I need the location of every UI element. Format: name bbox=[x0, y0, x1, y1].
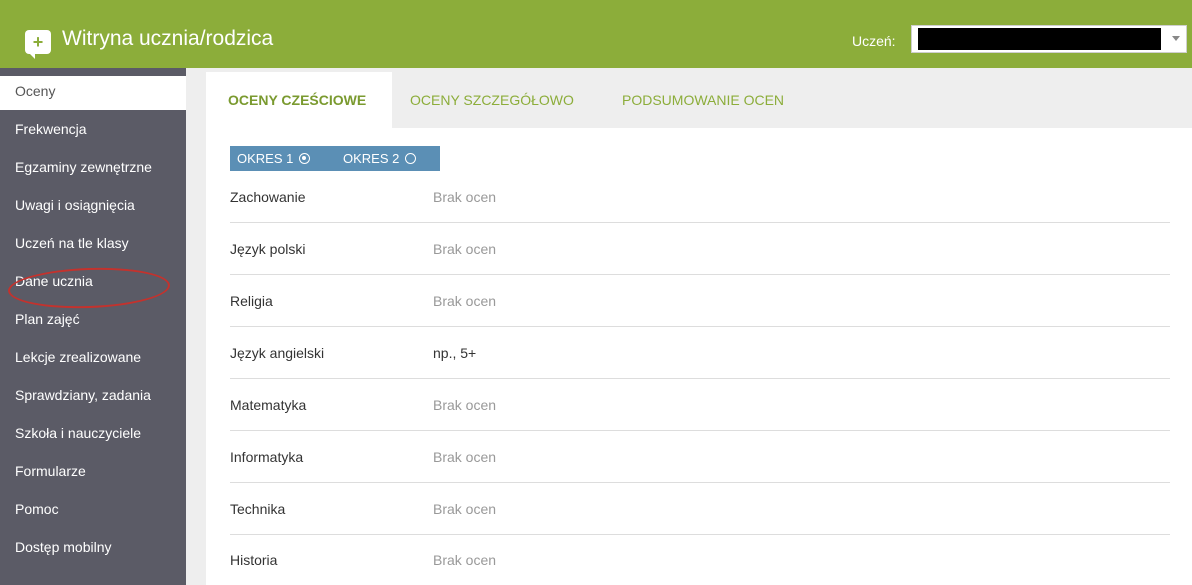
sidebar-item-uwagi[interactable]: Uwagi i osiągnięcia bbox=[0, 186, 186, 224]
subject-name: Język angielski bbox=[230, 345, 325, 361]
sidebar-item-dane-ucznia[interactable]: Dane ucznia bbox=[0, 262, 186, 300]
sidebar-item-oceny[interactable]: Oceny bbox=[0, 72, 186, 110]
subject-grades: Brak ocen bbox=[433, 501, 497, 517]
top-bar: + Witryna ucznia/rodzica Uczeń: bbox=[0, 0, 1192, 68]
sidebar-item-pomoc[interactable]: Pomoc bbox=[0, 490, 186, 528]
sidebar-item-formularze[interactable]: Formularze bbox=[0, 452, 186, 490]
period-1-label: OKRES 1 bbox=[237, 151, 294, 166]
subject-name: Historia bbox=[230, 552, 278, 568]
period-1-option[interactable]: OKRES 1 bbox=[237, 146, 311, 171]
subject-grades: Brak ocen bbox=[433, 552, 497, 568]
tab-bar: OCENY CZEŚCIOWE OCENY SZCZEGÓŁOWO PODSUM… bbox=[206, 72, 1192, 128]
subject-grades: Brak ocen bbox=[433, 293, 497, 309]
subject-grades[interactable]: np., 5+ bbox=[433, 327, 476, 379]
student-select-value bbox=[918, 28, 1161, 50]
chat-plus-icon: + bbox=[25, 30, 51, 59]
sidebar-item-plan-zajec[interactable]: Plan zajęć bbox=[0, 300, 186, 338]
table-row: Historia Brak ocen bbox=[230, 535, 1170, 585]
period-2-label: OKRES 2 bbox=[343, 151, 400, 166]
subject-name: Informatyka bbox=[230, 449, 304, 465]
subject-grades: Brak ocen bbox=[433, 241, 497, 257]
subject-grades: Brak ocen bbox=[433, 189, 497, 205]
period-2-option[interactable]: OKRES 2 bbox=[343, 146, 417, 171]
period-selector: OKRES 1 OKRES 2 bbox=[230, 146, 440, 171]
subject-grades: Brak ocen bbox=[433, 449, 497, 465]
student-label: Uczeń: bbox=[852, 33, 896, 49]
table-row: Technika Brak ocen bbox=[230, 483, 1170, 535]
chevron-down-icon bbox=[1172, 36, 1180, 41]
subject-grades: Brak ocen bbox=[433, 397, 497, 413]
sidebar: Oceny Frekwencja Egzaminy zewnętrzne Uwa… bbox=[0, 68, 186, 585]
radio-unchecked-icon[interactable] bbox=[405, 153, 417, 164]
subject-name: Religia bbox=[230, 293, 273, 309]
tab-podsumowanie-ocen[interactable]: PODSUMOWANIE OCEN bbox=[622, 72, 784, 128]
subject-name: Język polski bbox=[230, 241, 306, 257]
sidebar-item-szkola[interactable]: Szkoła i nauczyciele bbox=[0, 414, 186, 452]
subject-name: Zachowanie bbox=[230, 189, 306, 205]
tab-oceny-czesciowe[interactable]: OCENY CZEŚCIOWE bbox=[206, 72, 392, 128]
sidebar-item-dostep-mobilny[interactable]: Dostęp mobilny bbox=[0, 528, 186, 566]
table-row: Religia Brak ocen bbox=[230, 275, 1170, 327]
table-row: Matematyka Brak ocen bbox=[230, 379, 1170, 431]
sidebar-item-sprawdziany[interactable]: Sprawdziany, zadania bbox=[0, 376, 186, 414]
app-title: Witryna ucznia/rodzica bbox=[62, 27, 274, 50]
sidebar-item-lekcje[interactable]: Lekcje zrealizowane bbox=[0, 338, 186, 376]
radio-checked-icon[interactable] bbox=[299, 153, 311, 164]
sidebar-item-egzaminy[interactable]: Egzaminy zewnętrzne bbox=[0, 148, 186, 186]
subject-name: Technika bbox=[230, 501, 286, 517]
sidebar-item-frekwencja[interactable]: Frekwencja bbox=[0, 110, 186, 148]
table-row: Język angielski np., 5+ bbox=[230, 327, 1170, 379]
student-select[interactable] bbox=[911, 25, 1187, 53]
table-row: Zachowanie Brak ocen bbox=[230, 171, 1170, 223]
sidebar-item-uczen-na-tle-klasy[interactable]: Uczeń na tle klasy bbox=[0, 224, 186, 262]
table-row: Informatyka Brak ocen bbox=[230, 431, 1170, 483]
table-row: Język polski Brak ocen bbox=[230, 223, 1170, 275]
subject-name: Matematyka bbox=[230, 397, 307, 413]
tab-oceny-szczegolowo[interactable]: OCENY SZCZEGÓŁOWO bbox=[410, 72, 574, 128]
